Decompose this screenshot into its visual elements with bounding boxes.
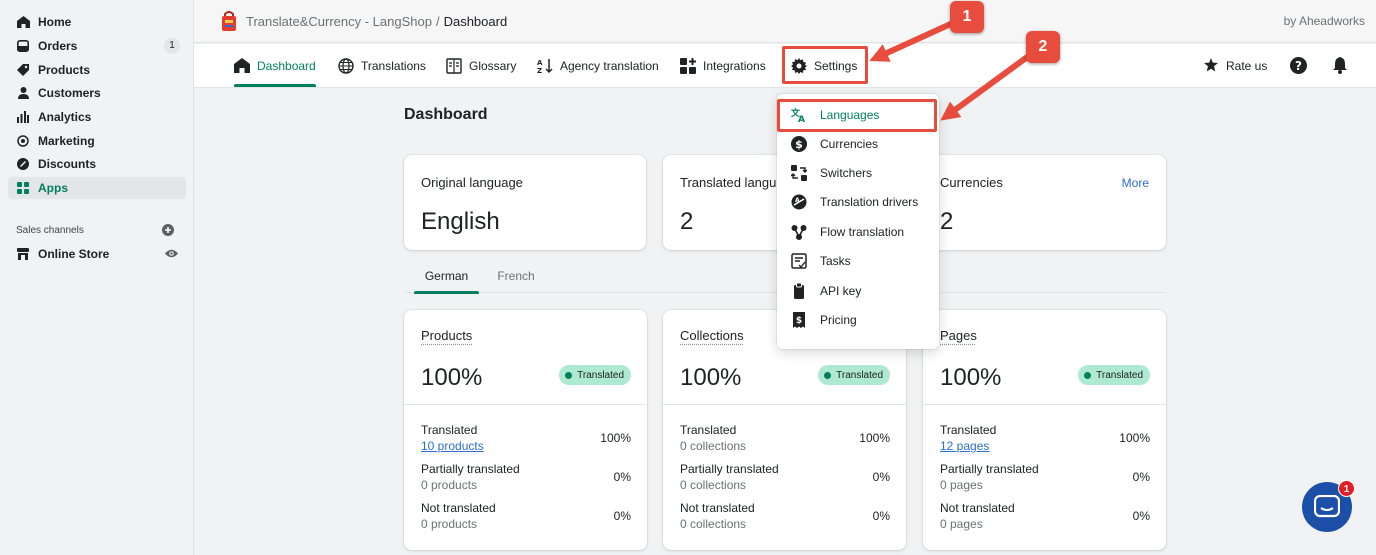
arrow-to-languages: [940, 52, 1032, 121]
arrow-to-settings: [869, 19, 957, 62]
annotation-arrows: [869, 19, 1032, 121]
chat-bubble-icon: [1314, 495, 1340, 518]
callout-step-1: 1: [950, 1, 984, 33]
callout-step-2: 2: [1026, 31, 1060, 63]
chat-notification-badge: 1: [1338, 480, 1355, 497]
